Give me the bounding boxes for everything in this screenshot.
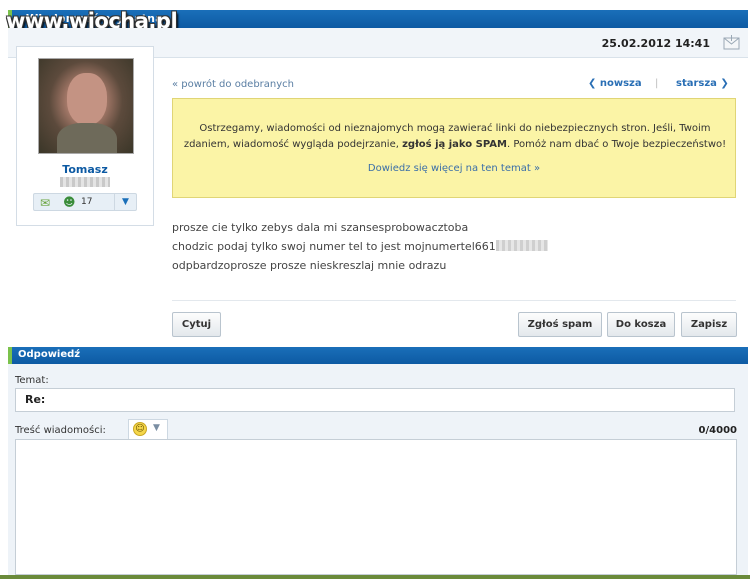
message-line: odpbardzoprosze prosze nieskreszlaj mnie… (172, 259, 447, 272)
chevron-down-icon[interactable]: ▼ (153, 423, 160, 433)
content-label: Treść wiadomości: (15, 425, 106, 436)
subject-input[interactable]: Re: (15, 388, 735, 412)
divider (172, 300, 736, 301)
older-message-link[interactable]: starsza ❯ (676, 78, 729, 89)
warning-text-end: . Pomóż nam dbać o Twoje bezpieczeństwo! (506, 139, 727, 150)
message-content-textarea[interactable] (15, 439, 737, 575)
bottom-strip (0, 575, 750, 579)
message-page: Wiadomość prywatna www.wiocha.pl 25.02.2… (0, 0, 750, 579)
friends-icon[interactable]: ☻ (63, 195, 76, 209)
message-date: 25.02.2012 14:41 (601, 37, 710, 50)
report-spam-button[interactable]: Zgłoś spam (518, 312, 602, 337)
blurred-phone-number (495, 240, 548, 251)
smiley-icon[interactable]: ☺ (133, 422, 147, 436)
chevron-down-icon[interactable]: ▼ (114, 194, 136, 210)
back-to-inbox-link[interactable]: « powrót do odebranych (172, 79, 294, 90)
message-body: prosze cie tylko zebys dala mi szansespr… (172, 218, 732, 275)
friends-count: 17 (81, 197, 93, 207)
reply-header-bar: Odpowiedź (8, 347, 748, 364)
warning-text: Ostrzegamy, wiadomości od nieznajomych m… (183, 121, 727, 153)
char-counter: 0/4000 (698, 425, 737, 436)
message-line-text: chodzic podaj tylko swoj numer tel to je… (172, 240, 496, 253)
envelope-icon (723, 35, 740, 50)
quote-button[interactable]: Cytuj (172, 312, 221, 337)
sender-card: Tomasz ✉ ☻ 17 ▼ (16, 46, 154, 226)
message-envelope-icon[interactable]: ✉ (40, 196, 50, 210)
sender-actions: ✉ ☻ 17 ▼ (33, 193, 137, 211)
save-button[interactable]: Zapisz (681, 312, 737, 337)
reply-title: Odpowiedź (18, 349, 81, 360)
warning-text-bold: zgłoś ją jako SPAM (402, 139, 507, 150)
message-line-with-number: chodzic podaj tylko swoj numer tel to je… (172, 237, 732, 256)
newer-message-link[interactable]: ❮ nowsza (588, 78, 642, 89)
nav-separator: | (655, 78, 659, 89)
message-line: prosze cie tylko zebys dala mi szansespr… (172, 221, 469, 234)
move-to-trash-button[interactable]: Do kosza (607, 312, 675, 337)
spam-warning-box: Ostrzegamy, wiadomości od nieznajomych m… (172, 98, 736, 198)
sender-name[interactable]: Tomasz (17, 163, 153, 176)
blurred-username (60, 177, 110, 187)
avatar[interactable] (38, 58, 134, 154)
emoji-picker[interactable]: ☺ ▼ (128, 419, 168, 440)
learn-more-link[interactable]: Dowiedz się więcej na ten temat » (173, 163, 735, 174)
subject-label: Temat: (15, 375, 49, 386)
